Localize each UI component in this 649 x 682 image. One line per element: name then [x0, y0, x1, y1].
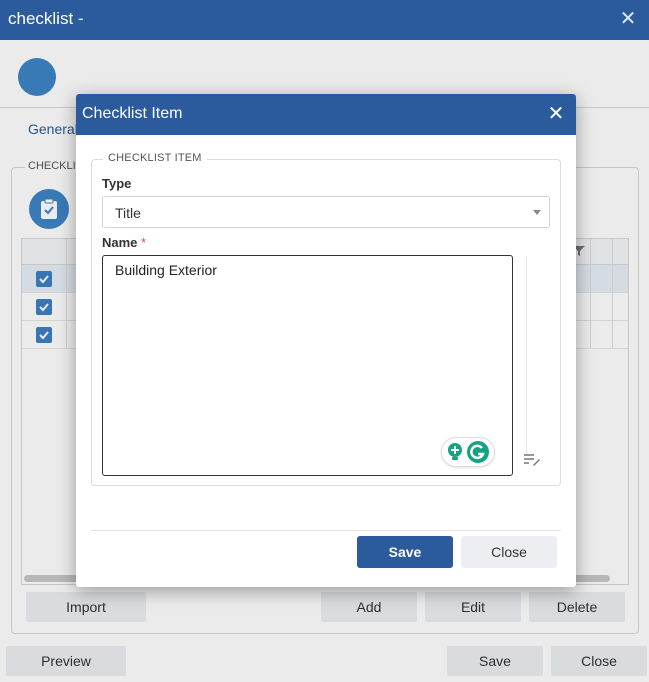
grammarly-icon[interactable] — [466, 440, 490, 464]
dialog-close-icon[interactable]: ✕ — [544, 102, 568, 126]
window-close-icon[interactable]: ✕ — [615, 6, 641, 32]
grammarly-widget[interactable] — [441, 437, 495, 467]
fieldset-legend: CHECKLIST ITEM — [103, 152, 207, 164]
chevron-down-icon — [533, 210, 541, 215]
type-select-value: Title — [115, 205, 141, 221]
name-label-text: Name — [102, 235, 138, 250]
window-title: checklist - — [8, 9, 84, 28]
lightbulb-plus-icon[interactable] — [446, 442, 464, 462]
type-label: Type — [102, 176, 132, 191]
dialog-divider — [91, 530, 561, 531]
dialog-title: Checklist Item — [82, 105, 183, 122]
checklist-item-dialog: Checklist Item ✕ CHECKLIST ITEM Type Tit… — [76, 94, 576, 587]
name-label: Name * — [102, 235, 146, 250]
edit-lines-icon[interactable] — [523, 453, 541, 467]
required-mark: * — [141, 235, 147, 250]
dialog-save-button[interactable]: Save — [357, 536, 453, 568]
window-header: checklist - ✕ — [0, 0, 649, 40]
textarea-scroll-track — [526, 256, 527, 456]
dialog-header: Checklist Item ✕ — [76, 94, 576, 135]
dialog-close-button[interactable]: Close — [461, 536, 557, 568]
type-select[interactable]: Title — [102, 196, 550, 228]
